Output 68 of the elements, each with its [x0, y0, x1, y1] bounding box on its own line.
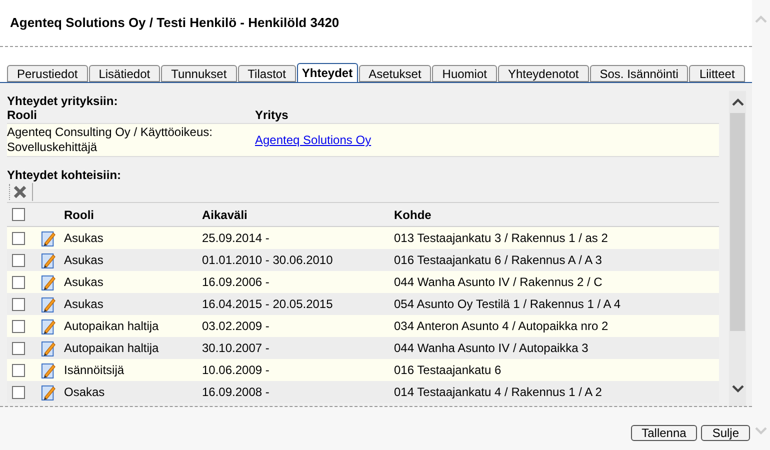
- table-cell-text: Asukas: [64, 296, 104, 313]
- dialog-button[interactable]: Sulje: [701, 425, 750, 441]
- tab[interactable]: Tilastot: [238, 65, 296, 82]
- column-header: Yritys: [255, 107, 288, 124]
- edit-icon[interactable]: [41, 384, 56, 400]
- tab[interactable]: Sos. Isännöinti: [590, 65, 688, 82]
- table-cell-text: Autopaikan haltija: [64, 340, 160, 357]
- table-cell-text: Asukas: [64, 230, 104, 247]
- checkbox[interactable]: [12, 342, 25, 354]
- table-cell-text: 016 Testaajankatu 6: [394, 362, 502, 379]
- table-cell-text: 054 Asunto Oy Testilä 1 / Rakennus 1 / A 4: [394, 296, 621, 313]
- table-cell-text: 044 Wanha Asunto IV / Autopaikka 3: [394, 340, 588, 357]
- checkbox[interactable]: [12, 232, 25, 244]
- table-cell-text: 01.01.2010 - 30.06.2010: [202, 252, 334, 269]
- edit-icon[interactable]: [41, 230, 56, 246]
- table-cell-text: 013 Testaajankatu 3 / Rakennus 1 / as 2: [394, 230, 608, 247]
- section-heading: Yhteydet kohteisiin:: [7, 167, 122, 181]
- edit-icon[interactable]: [41, 318, 56, 334]
- edit-icon[interactable]: [41, 362, 56, 378]
- delete-icon[interactable]: [13, 184, 27, 198]
- table-cell-text: Isännöitsijä: [64, 362, 126, 379]
- column-header: Aikaväli: [202, 206, 248, 224]
- window-title: Agenteq Solutions Oy / Testi Henkilö - Henkilöld 3420: [10, 14, 340, 32]
- tab[interactable]: Huomiot: [432, 65, 497, 82]
- table-cell-text: 044 Wanha Asunto IV / Rakennus 2 / C: [394, 274, 602, 291]
- scroll-up-icon[interactable]: [730, 97, 744, 107]
- column-header: Kohde: [394, 206, 432, 224]
- tab[interactable]: Asetukset: [358, 65, 432, 82]
- table-cell-text: 16.09.2006 -: [202, 274, 270, 291]
- tab[interactable]: Liitteet: [689, 65, 745, 82]
- checkbox[interactable]: [12, 208, 25, 221]
- scrollbar[interactable]: [729, 91, 746, 406]
- column-header: Rooli: [64, 206, 95, 224]
- checkbox[interactable]: [12, 386, 25, 398]
- table-cell-text: Autopaikan haltija: [64, 318, 160, 335]
- checkbox[interactable]: [12, 298, 25, 310]
- company-link[interactable]: Agenteq Solutions Oy: [255, 131, 372, 149]
- table-cell-text: 10.06.2009 -: [202, 362, 270, 379]
- table-cell-text: 30.10.2007 -: [202, 340, 270, 357]
- checkbox[interactable]: [12, 254, 25, 266]
- table-cell-text: 16.09.2008 -: [202, 384, 270, 401]
- checkbox[interactable]: [12, 276, 25, 288]
- tab[interactable]: Tunnukset: [161, 65, 237, 82]
- scroll-down-icon[interactable]: [730, 384, 744, 394]
- table-cell-text: 016 Testaajankatu 6 / Rakennus A / A 3: [394, 252, 602, 269]
- edit-icon[interactable]: [41, 252, 56, 268]
- table-cell-text: Asukas: [64, 252, 104, 269]
- scroll-thumb[interactable]: [730, 113, 745, 331]
- tab[interactable]: Perustiedot: [7, 65, 88, 82]
- section-heading: Yhteydet yrityksiin:: [7, 93, 119, 107]
- checkbox[interactable]: [12, 364, 25, 376]
- table-cell-text: Osakas: [64, 384, 106, 401]
- table-cell-text: 03.02.2009 -: [202, 318, 270, 335]
- table-cell-text: Agenteq Consulting Oy / Käyttöoikeus: Sovelluskehittäjä: [7, 125, 214, 155]
- table-cell-text: 16.04.2015 - 20.05.2015: [202, 296, 334, 313]
- edit-icon[interactable]: [41, 296, 56, 312]
- dialog-button[interactable]: Tallenna: [630, 425, 698, 441]
- tab[interactable]: Yhteydenotot: [498, 65, 589, 82]
- table-cell-text: 034 Anteron Asunto 4 / Autopaikka nro 2: [394, 318, 608, 335]
- edit-icon[interactable]: [41, 274, 56, 290]
- table-cell-text: 014 Testaajankatu 4 / Rakennus 1 / A 2: [394, 384, 602, 401]
- column-header: Rooli: [7, 108, 38, 124]
- table-cell-text: 25.09.2014 -: [202, 230, 270, 247]
- checkbox[interactable]: [12, 320, 25, 332]
- tab[interactable]: Lisätiedot: [88, 65, 160, 82]
- table-cell-text: Asukas: [64, 274, 104, 291]
- edit-icon[interactable]: [41, 340, 56, 356]
- tab[interactable]: Yhteydet: [296, 63, 358, 82]
